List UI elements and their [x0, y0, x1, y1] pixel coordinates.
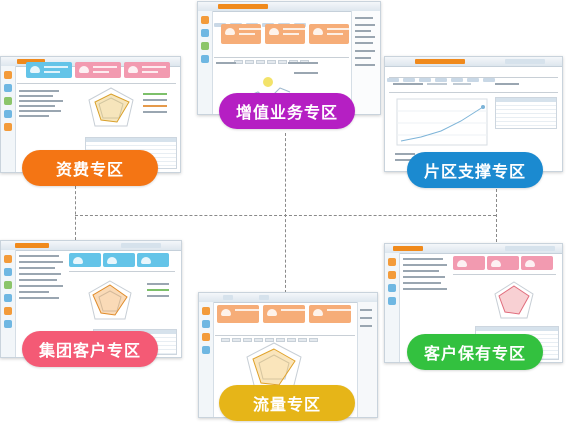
zone-customer-retention-label[interactable]: 客户保有专区: [407, 334, 543, 370]
connector-right-vertical: [496, 189, 497, 242]
connector-center-top: [285, 133, 286, 293]
zone-traffic-label[interactable]: 流量专区: [219, 385, 355, 421]
zone-district-support-label[interactable]: 片区支撑专区: [407, 152, 543, 188]
connector-left-vertical: [75, 186, 76, 240]
zone-group-customer-label[interactable]: 集团客户专区: [22, 331, 158, 367]
zone-value-added-label[interactable]: 增值业务专区: [219, 93, 355, 129]
zone-tariff-label[interactable]: 资费专区: [22, 150, 158, 186]
